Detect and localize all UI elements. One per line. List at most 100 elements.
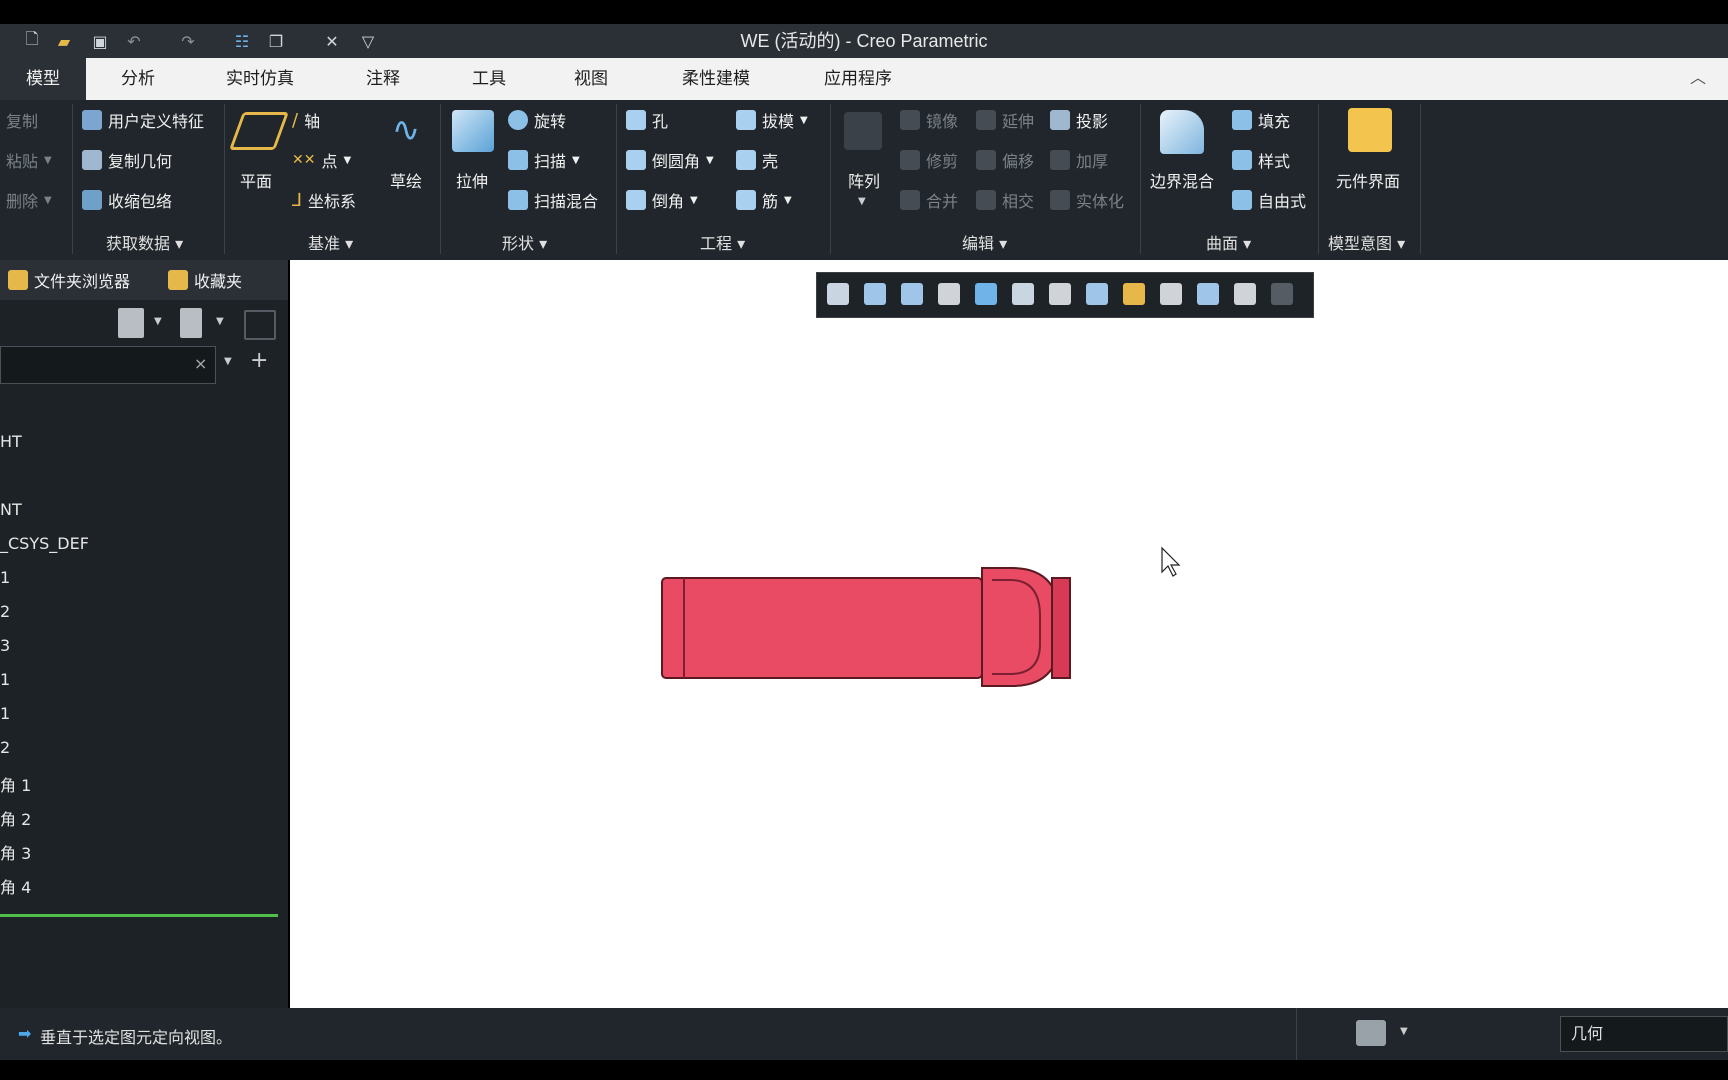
tree-item[interactable]: 1 <box>0 670 10 689</box>
udf-button[interactable]: 用户定义特征 <box>82 107 204 133</box>
part-tab[interactable] <box>1051 577 1071 679</box>
csys-button[interactable]: ⅃ 坐标系 <box>292 187 356 213</box>
clear-search-icon[interactable]: × <box>194 354 207 373</box>
extend-button[interactable]: 延伸 <box>976 107 1034 133</box>
sweep-button[interactable]: 扫描 ▼ <box>508 147 580 173</box>
tree-item[interactable]: 1 <box>0 568 10 587</box>
fill-button[interactable]: 填充 <box>1232 107 1290 133</box>
minimize-ribbon-icon[interactable]: ︿ <box>1690 64 1706 88</box>
swept-blend-button[interactable]: 扫描混合 <box>508 187 598 213</box>
plane-label[interactable]: 平面 <box>240 168 272 192</box>
tab-tools[interactable]: 工具 <box>454 58 524 100</box>
tree-item[interactable]: 角 2 <box>0 806 31 830</box>
component-interface-label[interactable]: 元件界面 <box>1336 168 1400 192</box>
chevron-down-icon[interactable]: ▼ <box>1400 1026 1408 1037</box>
tab-applications[interactable]: 应用程序 <box>808 58 908 100</box>
group-engineering[interactable]: 工程 ▾ <box>700 230 745 254</box>
pattern-dropdown-icon[interactable]: ▼ <box>858 196 866 207</box>
style-button[interactable]: 样式 <box>1232 147 1290 173</box>
windows-icon[interactable]: ❐ <box>264 29 288 53</box>
revolve-button[interactable]: 旋转 <box>508 107 566 133</box>
tab-analysis[interactable]: 分析 <box>100 58 176 100</box>
find-icon[interactable] <box>1356 1020 1386 1046</box>
pattern-icon[interactable] <box>844 112 882 150</box>
round-button[interactable]: 倒圆角 ▼ <box>626 147 714 173</box>
insert-here-marker[interactable] <box>0 914 278 917</box>
point-button[interactable]: ✕✕ 点 ▼ <box>292 147 351 173</box>
model-render[interactable] <box>290 260 1728 1008</box>
tab-model[interactable]: 模型 <box>0 58 86 100</box>
mirror-button[interactable]: 镜像 <box>900 107 958 133</box>
chevron-down-icon[interactable]: ▼ <box>154 316 162 327</box>
thicken-button[interactable]: 加厚 <box>1050 147 1108 173</box>
tree-item[interactable]: NT <box>0 500 22 519</box>
tree-item[interactable]: 3 <box>0 636 10 655</box>
draft-button[interactable]: 拔模 ▼ <box>736 107 808 133</box>
tree-item[interactable]: 角 1 <box>0 772 31 796</box>
tree-item[interactable]: _CSYS_DEF <box>0 534 89 553</box>
customize-icon[interactable]: ▽ <box>356 29 380 53</box>
boundary-blend-label[interactable]: 边界混合 <box>1150 168 1214 192</box>
tree-item[interactable]: 2 <box>0 602 10 621</box>
tree-item[interactable]: 2 <box>0 738 10 757</box>
shell-button[interactable]: 壳 <box>736 147 778 173</box>
solidify-button[interactable]: 实体化 <box>1050 187 1124 213</box>
tab-view[interactable]: 视图 <box>556 58 626 100</box>
tree-item[interactable]: 角 4 <box>0 874 31 898</box>
group-shapes[interactable]: 形状 ▾ <box>502 230 547 254</box>
new-icon[interactable]: 🗋 <box>20 29 44 53</box>
group-model-intent[interactable]: 模型意图 ▾ <box>1328 230 1405 254</box>
hole-button[interactable]: 孔 <box>626 107 668 133</box>
regenerate-icon[interactable]: ☷ <box>230 29 254 53</box>
merge-button[interactable]: 合并 <box>900 187 958 213</box>
group-editing[interactable]: 编辑 ▾ <box>962 230 1007 254</box>
rib-button[interactable]: 筋 ▼ <box>736 187 792 213</box>
open-icon[interactable]: ▰ <box>52 29 76 53</box>
tab-annotate[interactable]: 注释 <box>348 58 418 100</box>
tree-settings-icon[interactable] <box>118 308 144 338</box>
paste-button[interactable]: 粘贴 ▼ <box>6 147 52 173</box>
group-get-data[interactable]: 获取数据 ▾ <box>106 230 183 254</box>
folder-browser-tab[interactable]: 文件夹浏览器 <box>8 267 130 293</box>
graphics-viewport[interactable] <box>290 260 1728 1008</box>
tree-item[interactable]: 角 3 <box>0 840 31 864</box>
tree-item[interactable]: 1 <box>0 704 10 723</box>
group-datum[interactable]: 基准 ▾ <box>308 230 353 254</box>
chamfer-button[interactable]: 倒角 ▼ <box>626 187 698 213</box>
close-icon[interactable]: ✕ <box>320 29 344 53</box>
show-columns-icon[interactable] <box>180 308 202 338</box>
redo-icon[interactable]: ↷ <box>176 29 200 53</box>
part-body[interactable] <box>661 567 1071 687</box>
save-icon[interactable]: ▣ <box>88 29 112 53</box>
copy-geometry-button[interactable]: 复制几何 <box>82 147 172 173</box>
offset-button[interactable]: 偏移 <box>976 147 1034 173</box>
intersect-button[interactable]: 相交 <box>976 187 1034 213</box>
trim-button[interactable]: 修剪 <box>900 147 958 173</box>
boundary-blend-icon[interactable] <box>1160 110 1204 154</box>
pattern-label[interactable]: 阵列 <box>848 168 880 192</box>
plane-icon[interactable] <box>229 112 289 150</box>
group-surfaces[interactable]: 曲面 ▾ <box>1206 230 1251 254</box>
delete-button[interactable]: 删除 ▼ <box>6 187 52 213</box>
part-rounded-end[interactable] <box>981 567 1061 687</box>
freestyle-button[interactable]: 自由式 <box>1232 187 1306 213</box>
tree-item[interactable]: HT <box>0 432 22 451</box>
extrude-label[interactable]: 拉伸 <box>456 168 488 192</box>
selection-filter-select[interactable]: 几何 <box>1560 1016 1728 1052</box>
part-main-block[interactable] <box>661 577 983 679</box>
axis-button[interactable]: / 轴 <box>292 107 320 133</box>
project-button[interactable]: 投影 <box>1050 107 1108 133</box>
component-interface-icon[interactable] <box>1348 108 1392 152</box>
add-icon[interactable]: + <box>250 348 268 373</box>
filter-icon[interactable] <box>244 310 276 340</box>
sketch-icon[interactable]: ∿ <box>386 110 426 150</box>
tab-live-simulation[interactable]: 实时仿真 <box>210 58 310 100</box>
tree-search-input[interactable] <box>0 346 216 384</box>
undo-icon[interactable]: ↶ <box>122 29 146 53</box>
copy-button[interactable]: 复制 <box>6 107 38 133</box>
search-options-icon[interactable]: ▼ <box>224 356 232 367</box>
tab-flexible-modeling[interactable]: 柔性建模 <box>666 58 766 100</box>
shrinkwrap-button[interactable]: 收缩包络 <box>82 187 172 213</box>
extrude-icon[interactable] <box>452 110 494 152</box>
favorites-tab[interactable]: 收藏夹 <box>168 267 242 293</box>
